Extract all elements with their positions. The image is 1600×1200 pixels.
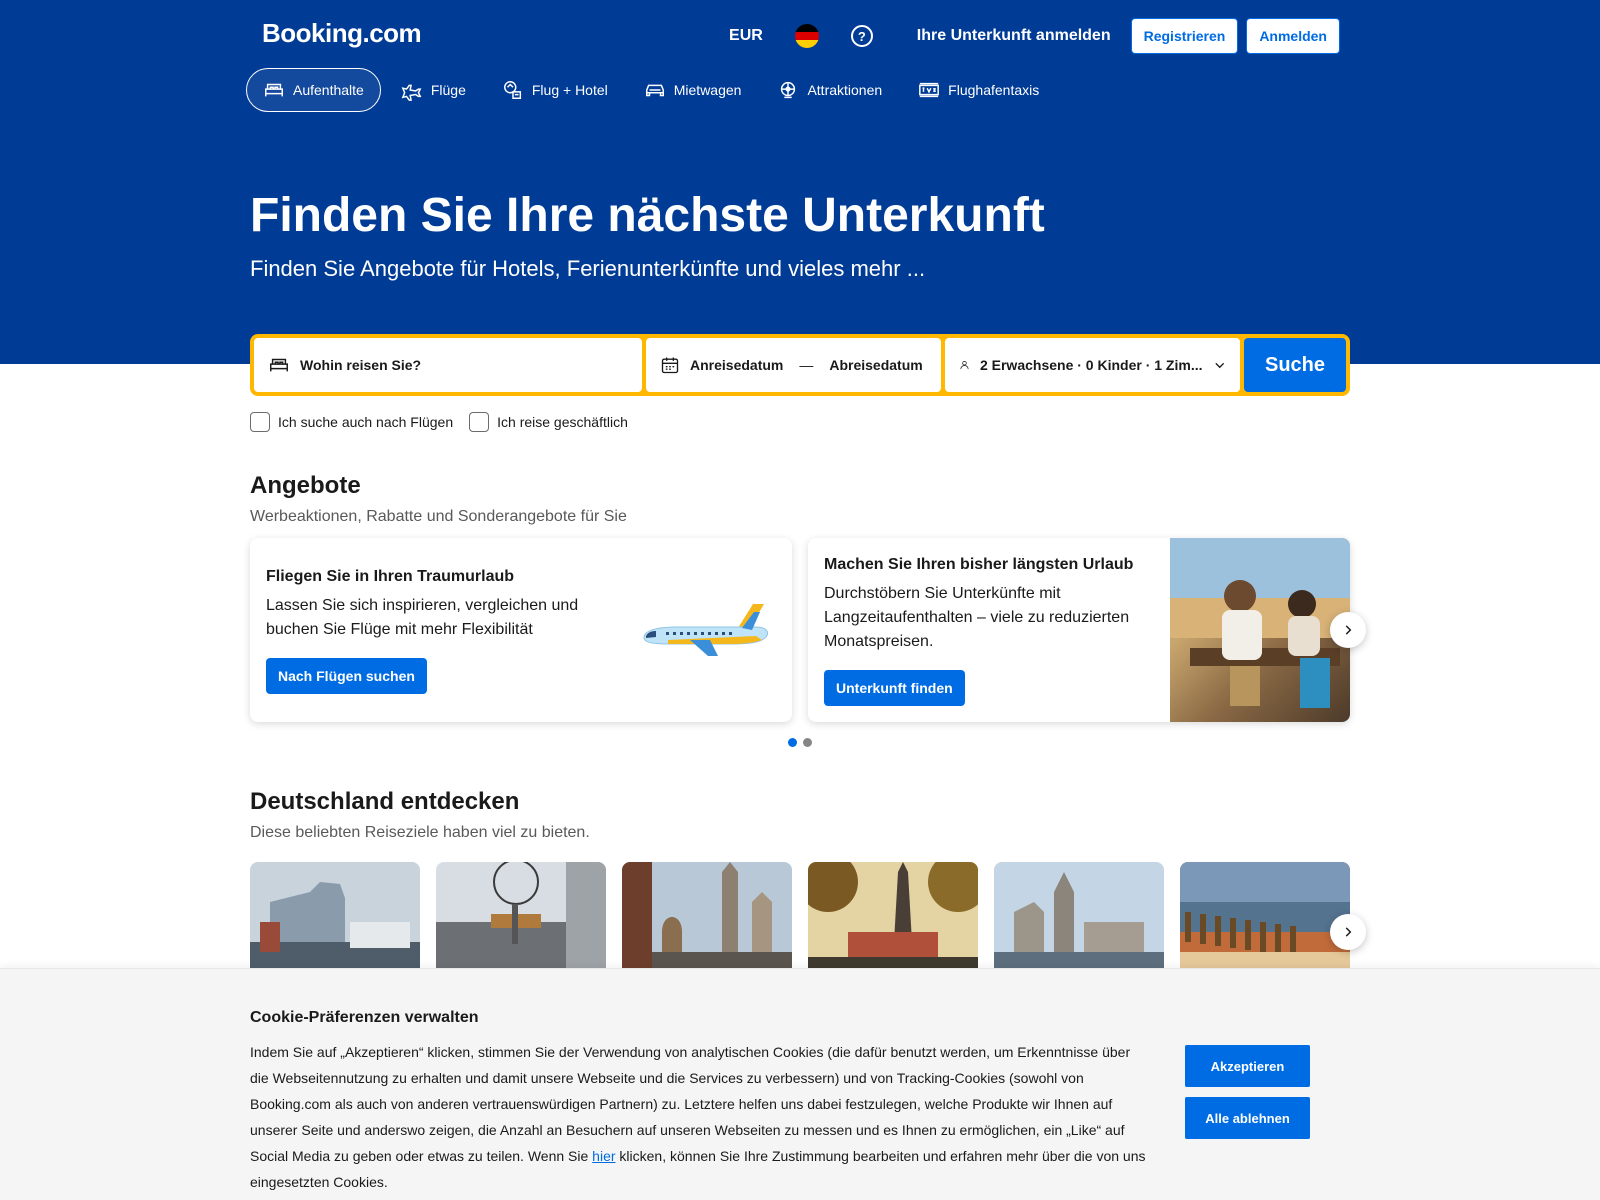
destination-card[interactable] xyxy=(1180,862,1350,972)
search-button[interactable]: Suche xyxy=(1244,338,1346,392)
nav-item-label: Flug + Hotel xyxy=(531,82,608,98)
chevron-down-icon xyxy=(1214,362,1224,369)
offer-card-long-stays[interactable]: Machen Sie Ihren bisher längsten Urlaub … xyxy=(808,538,1350,722)
airplane-illustration xyxy=(643,604,769,656)
business-checkbox[interactable]: Ich reise geschäftlich xyxy=(469,412,628,432)
offers-title: Angebote xyxy=(250,472,361,499)
destination-card[interactable] xyxy=(250,862,420,972)
search-options: Ich suche auch nach Flügen Ich reise ges… xyxy=(250,412,628,432)
car-icon xyxy=(645,84,664,97)
currency-selector[interactable]: EUR xyxy=(729,27,763,45)
plane-icon xyxy=(401,84,422,101)
destination-card[interactable] xyxy=(622,862,792,972)
destination-input[interactable]: Wohin reisen Sie? xyxy=(254,338,642,392)
long-stay-photo xyxy=(1170,538,1350,722)
destination-card[interactable] xyxy=(436,862,606,972)
booking-logo[interactable]: Booking.com xyxy=(262,18,422,49)
nav-item-label: Flüge xyxy=(430,82,466,98)
destination-placeholder: Wohin reisen Sie? xyxy=(300,357,422,373)
cookie-title: Cookie-Präferenzen verwalten xyxy=(250,1009,479,1026)
register-button[interactable]: Registrieren xyxy=(1130,18,1239,54)
nav-item-airport-taxis[interactable]: Flughafentaxis xyxy=(902,68,1055,112)
guests-summary: 2 Erwachsene · 0 Kinder · 1 Zim... xyxy=(979,357,1203,373)
header-actions: EUR ? Ihre Unterkunft anmelden Registrie… xyxy=(729,18,1340,54)
checkbox-box[interactable] xyxy=(469,412,490,432)
find-accommodation-button[interactable]: Unterkunft finden xyxy=(824,670,965,706)
destinations-next-button[interactable] xyxy=(1330,914,1366,950)
destinations-carousel xyxy=(250,862,1350,972)
person-icon xyxy=(960,360,969,370)
flights-checkbox-label: Ich suche auch nach Flügen xyxy=(278,414,454,430)
language-flag-icon[interactable] xyxy=(794,24,819,48)
destination-card[interactable] xyxy=(808,862,978,972)
search-flights-button[interactable]: Nach Flügen suchen xyxy=(266,658,427,694)
reject-cookies-button[interactable]: Alle ablehnen xyxy=(1185,1097,1310,1139)
nav-item-label: Mietwagen xyxy=(673,82,742,98)
accept-cookies-button[interactable]: Akzeptieren xyxy=(1185,1045,1310,1087)
taxi-icon xyxy=(919,82,940,98)
page-subtitle: Finden Sie Angebote für Hotels, Ferienun… xyxy=(250,256,926,281)
cookie-settings-link[interactable]: hier xyxy=(592,1148,615,1164)
attractions-icon xyxy=(781,81,796,99)
offer-card-text: Lassen Sie sich inspirieren, vergleichen… xyxy=(266,597,579,638)
offer-card-text: Durchstöbern Sie Unterkünfte mit Langzei… xyxy=(824,585,1130,650)
offer-card-title: Machen Sie Ihren bisher längsten Urlaub xyxy=(824,556,1134,573)
chevron-right-icon xyxy=(1345,625,1352,635)
carousel-pagination xyxy=(788,738,812,747)
flights-checkbox[interactable]: Ich suche auch nach Flügen xyxy=(250,412,453,432)
checkbox-box[interactable] xyxy=(250,412,270,432)
offers-subtitle: Werbeaktionen, Rabatte und Sonderangebot… xyxy=(250,508,627,525)
cookie-text-part: Indem Sie auf „Akzeptieren“ klicken, sti… xyxy=(250,1044,1131,1164)
nav-item-flights[interactable]: Flüge xyxy=(385,68,482,112)
checkin-date: Anreisedatum xyxy=(690,357,784,373)
nav-item-label: Flughafentaxis xyxy=(948,82,1040,98)
product-nav: Aufenthalte Flüge Flug + Hotel Mietwagen… xyxy=(246,68,1055,112)
calendar-icon xyxy=(661,357,679,374)
nav-item-car-rental[interactable]: Mietwagen xyxy=(628,68,758,112)
nav-item-label: Aufenthalte xyxy=(293,82,364,98)
carousel-dot[interactable] xyxy=(803,738,812,747)
nav-item-stays[interactable]: Aufenthalte xyxy=(246,68,381,112)
search-bar: Wohin reisen Sie? Anreisedatum — Abreise… xyxy=(250,334,1350,396)
business-checkbox-label: Ich reise geschäftlich xyxy=(497,414,628,430)
checkout-date: Abreisedatum xyxy=(829,357,923,373)
guests-selector[interactable]: 2 Erwachsene · 0 Kinder · 1 Zim... xyxy=(945,338,1240,392)
page-title: Finden Sie Ihre nächste Unterkunft xyxy=(250,189,1045,242)
cookie-text: Indem Sie auf „Akzeptieren“ klicken, sti… xyxy=(250,1039,1150,1195)
nav-item-flight-hotel[interactable]: Flug + Hotel xyxy=(486,68,624,112)
carousel-dot[interactable] xyxy=(788,738,797,747)
list-property-link[interactable]: Ihre Unterkunft anmelden xyxy=(917,27,1111,45)
flight-hotel-icon xyxy=(503,81,521,99)
date-separator: — xyxy=(799,357,814,373)
date-picker[interactable]: Anreisedatum — Abreisedatum xyxy=(646,338,941,392)
nav-item-attractions[interactable]: Attraktionen xyxy=(761,68,898,112)
cookie-banner: Cookie-Präferenzen verwalten Indem Sie a… xyxy=(0,968,1600,1200)
offer-card-title: Fliegen Sie in Ihren Traumurlaub xyxy=(266,568,515,585)
nav-item-label: Attraktionen xyxy=(807,82,883,98)
help-icon[interactable]: ? xyxy=(850,25,873,47)
offer-card-flights[interactable]: Fliegen Sie in Ihren Traumurlaub Lassen … xyxy=(250,538,792,722)
hero-banner xyxy=(0,0,1600,364)
explore-title: Deutschland entdecken xyxy=(250,788,520,815)
bed-icon xyxy=(270,358,288,372)
explore-subtitle: Diese beliebten Reiseziele haben viel zu… xyxy=(250,824,590,841)
offers-next-button[interactable] xyxy=(1330,612,1366,648)
bed-icon xyxy=(265,83,283,97)
sign-in-button[interactable]: Anmelden xyxy=(1246,18,1340,54)
destination-card[interactable] xyxy=(994,862,1164,972)
chevron-right-icon xyxy=(1345,927,1352,937)
